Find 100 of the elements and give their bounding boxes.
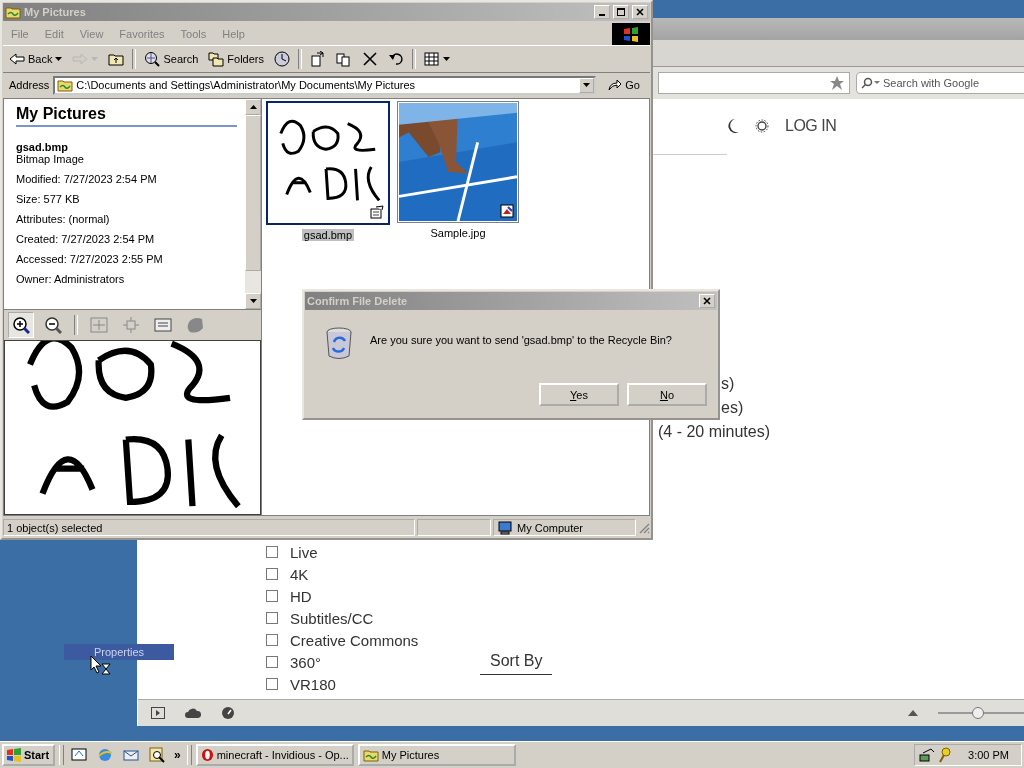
feature-filter[interactable]: 360° bbox=[266, 651, 419, 673]
clock-icon bbox=[274, 51, 290, 67]
login-link[interactable]: LOG IN bbox=[785, 117, 837, 135]
windows-flag-icon bbox=[6, 748, 22, 762]
up-arrow-icon bbox=[249, 105, 257, 109]
scroll-up-button[interactable] bbox=[245, 99, 261, 115]
maximize-button[interactable] bbox=[613, 5, 629, 19]
close-button[interactable] bbox=[632, 5, 648, 19]
checkbox[interactable] bbox=[266, 612, 278, 624]
filter-option[interactable]: es) bbox=[721, 398, 744, 417]
back-button[interactable]: Back bbox=[5, 48, 67, 70]
desktop-icon[interactable] bbox=[71, 747, 88, 763]
taskbar-button[interactable]: My Pictures bbox=[357, 744, 516, 766]
forward-arrow-icon bbox=[72, 51, 89, 67]
start-button[interactable]: Start bbox=[2, 744, 56, 766]
panel-icon[interactable] bbox=[151, 707, 165, 719]
checkbox[interactable] bbox=[266, 678, 278, 690]
file-detail: Created: 7/27/2023 2:54 PM bbox=[16, 233, 156, 245]
checkbox[interactable] bbox=[266, 634, 278, 646]
drag-label: Properties bbox=[64, 644, 174, 660]
feature-filter[interactable]: Creative Commons bbox=[266, 629, 419, 651]
scrollbar[interactable] bbox=[245, 99, 261, 309]
checkbox[interactable] bbox=[266, 590, 278, 602]
zoom-in-button[interactable] bbox=[8, 312, 34, 338]
checkbox[interactable] bbox=[266, 568, 278, 580]
window-title: Confirm File Delete bbox=[307, 295, 408, 307]
network-icon[interactable] bbox=[919, 747, 935, 763]
feature-filter[interactable]: HD bbox=[266, 585, 419, 607]
dialog-button[interactable]: Yes bbox=[539, 383, 619, 406]
checkbox[interactable] bbox=[266, 546, 278, 558]
go-arrow-icon bbox=[608, 79, 623, 91]
address-label: Address bbox=[9, 79, 50, 91]
status-text: 1 object(s) selected bbox=[3, 519, 415, 536]
actual-size-icon bbox=[122, 316, 140, 334]
zoom-out-icon bbox=[44, 316, 62, 334]
checkbox[interactable] bbox=[266, 656, 278, 668]
cloud-icon[interactable] bbox=[185, 708, 201, 718]
key-icon[interactable] bbox=[938, 747, 952, 763]
zoom-in-icon bbox=[12, 316, 30, 334]
close-button[interactable] bbox=[699, 294, 715, 308]
search-field[interactable]: Search with Google bbox=[883, 74, 1024, 92]
folder-icon bbox=[362, 748, 379, 762]
zoom-slider[interactable] bbox=[972, 707, 984, 719]
back-arrow-icon bbox=[9, 51, 25, 67]
search-box[interactable]: Search with Google bbox=[856, 72, 1024, 94]
folder-icon bbox=[57, 78, 74, 92]
dialog-message: Are you sure you want to send 'gsad.bmp' to the Recycle Bin? bbox=[370, 333, 672, 346]
address-box[interactable]: C:\Documents and Settings\Administrator\My Documents\My Pictures bbox=[53, 75, 597, 95]
feature-filter[interactable]: Live bbox=[266, 541, 419, 563]
magnifier-icon[interactable] bbox=[149, 747, 166, 763]
rotate-icon bbox=[186, 316, 204, 334]
pane-heading: My Pictures bbox=[16, 103, 237, 127]
taskbar-button[interactable]: minecraft - Invidious - Op... bbox=[195, 744, 354, 766]
dropdown-button[interactable] bbox=[579, 77, 595, 93]
scroll-thumb[interactable] bbox=[245, 115, 261, 271]
file-name: gsad.bmp bbox=[16, 141, 69, 153]
x-icon bbox=[362, 51, 378, 67]
file-detail: Modified: 7/27/2023 2:54 PM bbox=[16, 173, 158, 185]
folder-icon bbox=[5, 5, 21, 19]
file-detail: Owner: Administrators bbox=[16, 273, 126, 285]
folders-button[interactable]: Folders bbox=[204, 48, 268, 70]
caret-icon bbox=[443, 57, 450, 61]
gauge-icon[interactable] bbox=[221, 706, 235, 720]
feature-filter[interactable]: VR180 bbox=[266, 673, 419, 695]
page-arrow-icon bbox=[310, 51, 326, 67]
dialog-button[interactable]: No bbox=[627, 383, 707, 406]
recycle-bin-icon bbox=[324, 326, 354, 360]
up-arrow-icon[interactable] bbox=[908, 710, 918, 716]
scroll-down-button[interactable] bbox=[245, 293, 261, 309]
address-field[interactable] bbox=[658, 72, 850, 94]
file-detail: Accessed: 7/27/2023 2:55 PM bbox=[16, 253, 164, 265]
window-title: My Pictures bbox=[24, 6, 86, 18]
filter-option[interactable]: (4 - 20 minutes) bbox=[658, 422, 771, 441]
caret-icon bbox=[55, 57, 63, 61]
image-file-icon bbox=[500, 204, 514, 218]
feature-filter[interactable]: 4K bbox=[266, 563, 419, 585]
more-button[interactable]: » bbox=[172, 748, 183, 762]
search-icon bbox=[144, 51, 161, 67]
feature-filter[interactable]: Subtitles/CC bbox=[266, 607, 419, 629]
star-icon[interactable] bbox=[830, 76, 844, 90]
file-label[interactable]: Sample.jpg bbox=[428, 227, 488, 239]
minimize-button[interactable] bbox=[594, 5, 610, 19]
fit-icon bbox=[90, 316, 108, 334]
filter-option[interactable]: s) bbox=[721, 374, 735, 393]
search-icon bbox=[861, 77, 881, 89]
search-button[interactable]: Search bbox=[140, 48, 203, 70]
file-label[interactable]: gsad.bmp bbox=[301, 229, 355, 241]
down-arrow-icon bbox=[249, 299, 257, 303]
copy-icon bbox=[336, 51, 352, 67]
resize-grip-icon[interactable] bbox=[638, 521, 650, 534]
sun-icon[interactable] bbox=[755, 119, 769, 133]
moon-icon[interactable] bbox=[727, 118, 739, 134]
clock: 3:00 PM bbox=[968, 749, 1009, 761]
go-button[interactable]: Go bbox=[600, 79, 648, 91]
slideshow-icon bbox=[154, 316, 172, 334]
close-icon bbox=[703, 297, 711, 305]
paint-file-icon bbox=[370, 205, 384, 219]
mail-icon[interactable] bbox=[123, 747, 140, 763]
undo-icon bbox=[388, 51, 404, 67]
sort-by-heading: Sort By bbox=[480, 652, 553, 675]
